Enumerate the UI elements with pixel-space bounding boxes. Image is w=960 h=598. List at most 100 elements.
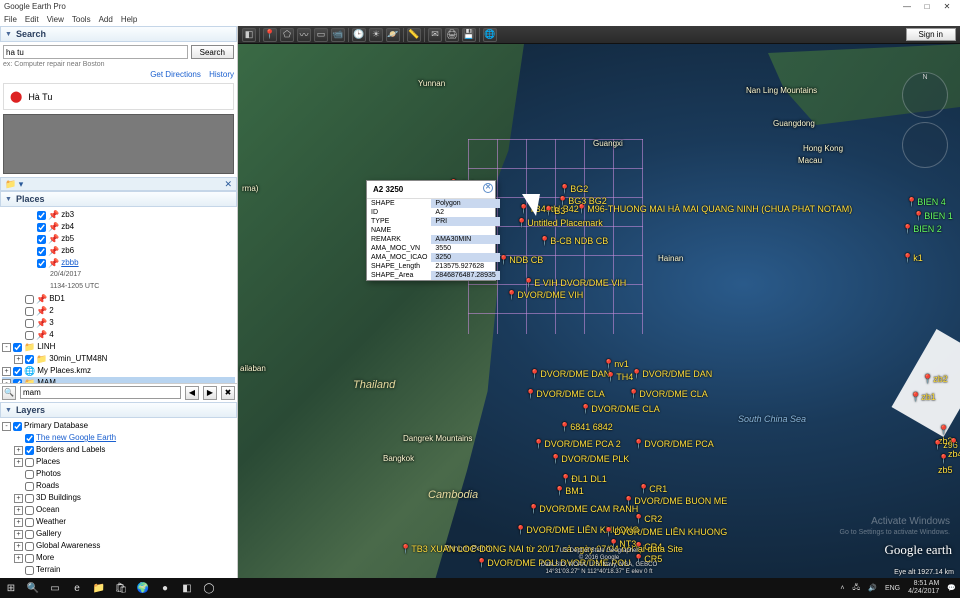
layers-checkbox[interactable]: [25, 566, 34, 575]
places-checkbox[interactable]: [25, 307, 34, 316]
file-bar[interactable]: 📁 ▾ ✕: [0, 177, 237, 191]
store-icon[interactable]: 🛍: [114, 581, 128, 595]
close-button[interactable]: ✕: [942, 0, 952, 14]
compass-control[interactable]: [902, 72, 948, 118]
places-item[interactable]: 📌3: [2, 317, 235, 329]
places-checkbox[interactable]: [25, 331, 34, 340]
places-item[interactable]: 📌zb6: [2, 245, 235, 257]
signin-button[interactable]: Sign in: [906, 28, 956, 41]
layers-checkbox[interactable]: [25, 482, 34, 491]
lang-indicator[interactable]: ENG: [885, 585, 900, 592]
expand-toggle[interactable]: +: [14, 355, 23, 364]
expand-toggle[interactable]: +: [2, 367, 11, 376]
expand-toggle[interactable]: +: [14, 506, 23, 515]
hide-sidebar-button[interactable]: ◧: [242, 28, 256, 42]
explorer-icon[interactable]: 📁: [92, 581, 106, 595]
layers-item[interactable]: Terrain: [2, 564, 235, 576]
email-button[interactable]: ✉: [428, 28, 442, 42]
layers-item[interactable]: -Primary Database: [2, 420, 235, 432]
layers-item[interactable]: Photos: [2, 468, 235, 480]
placemark-button[interactable]: 📍: [263, 28, 277, 42]
places-item[interactable]: 📌zb3: [2, 209, 235, 221]
history-link[interactable]: History: [209, 70, 234, 79]
network-icon[interactable]: 🖧: [852, 583, 860, 594]
search-places-icon[interactable]: 🔍: [2, 386, 16, 400]
expand-toggle[interactable]: +: [14, 458, 23, 467]
clock-time[interactable]: 8:51 AM: [908, 580, 939, 588]
places-item[interactable]: +📁30min_UTM48N: [2, 353, 235, 365]
history-button[interactable]: 🕒: [352, 28, 366, 42]
layers-checkbox[interactable]: [25, 494, 34, 503]
close-icon[interactable]: ✕: [224, 179, 232, 190]
path-button[interactable]: 〰: [297, 28, 311, 42]
planet-button[interactable]: 🪐: [386, 28, 400, 42]
search-button[interactable]: Search: [191, 45, 234, 59]
layers-checkbox[interactable]: [25, 554, 34, 563]
expand-toggle[interactable]: +: [14, 530, 23, 539]
layers-item[interactable]: +Places: [2, 456, 235, 468]
menu-help[interactable]: Help: [121, 14, 137, 26]
places-checkbox[interactable]: [25, 355, 34, 364]
app-icon[interactable]: ●: [158, 581, 172, 595]
layers-checkbox[interactable]: [25, 446, 34, 455]
edge-icon[interactable]: e: [70, 581, 84, 595]
search-panel-header[interactable]: Search: [0, 26, 237, 42]
chrome-icon[interactable]: ◯: [202, 581, 216, 595]
print-button[interactable]: 🖨: [445, 28, 459, 42]
balloon-close-icon[interactable]: ✕: [483, 183, 493, 193]
places-item[interactable]: 📌4: [2, 329, 235, 341]
menu-file[interactable]: File: [4, 14, 17, 26]
menu-tools[interactable]: Tools: [72, 14, 91, 26]
places-checkbox[interactable]: [13, 367, 22, 376]
layers-checkbox[interactable]: [25, 434, 34, 443]
map-canvas[interactable]: A2 3250 ✕ SHAPEPolygonIDA2TYPEPRINAMEREM…: [238, 44, 960, 578]
layers-item[interactable]: +Ocean: [2, 504, 235, 516]
places-checkbox[interactable]: [37, 235, 46, 244]
places-panel-header[interactable]: Places: [0, 191, 237, 207]
places-item[interactable]: +🌐My Places.kmz: [2, 365, 235, 377]
menu-add[interactable]: Add: [99, 14, 113, 26]
places-item[interactable]: 📌2: [2, 305, 235, 317]
tray-up-icon[interactable]: ˄: [840, 585, 844, 592]
volume-icon[interactable]: 🔊: [868, 584, 877, 592]
places-checkbox[interactable]: [37, 247, 46, 256]
layers-checkbox[interactable]: [13, 422, 22, 431]
places-checkbox[interactable]: [13, 343, 22, 352]
layers-item[interactable]: +Global Awareness: [2, 540, 235, 552]
minimize-button[interactable]: —: [902, 0, 912, 14]
layers-item[interactable]: Roads: [2, 480, 235, 492]
layers-checkbox[interactable]: [25, 518, 34, 527]
menu-edit[interactable]: Edit: [25, 14, 39, 26]
places-item[interactable]: 📌zb5: [2, 233, 235, 245]
layers-item[interactable]: +Weather: [2, 516, 235, 528]
pan-control[interactable]: [902, 122, 948, 168]
layers-item[interactable]: +Gallery: [2, 528, 235, 540]
sunlight-button[interactable]: ☀: [369, 28, 383, 42]
ruler-button[interactable]: 📏: [407, 28, 421, 42]
places-filter-input[interactable]: [20, 386, 181, 399]
expand-toggle[interactable]: +: [14, 494, 23, 503]
layers-item[interactable]: +3D Buildings: [2, 492, 235, 504]
expand-toggle[interactable]: -: [2, 343, 11, 352]
places-item[interactable]: 📌zb4: [2, 221, 235, 233]
layers-item[interactable]: The new Google Earth: [2, 432, 235, 444]
task-view-icon[interactable]: ▭: [48, 581, 62, 595]
layers-checkbox[interactable]: [25, 542, 34, 551]
save-image-button[interactable]: 💾: [462, 28, 476, 42]
layers-checkbox[interactable]: [25, 470, 34, 479]
places-item[interactable]: 📌zbbb: [2, 257, 235, 269]
view-maps-button[interactable]: 🌐: [483, 28, 497, 42]
layers-checkbox[interactable]: [25, 530, 34, 539]
ge-taskbar-icon[interactable]: 🌍: [136, 581, 150, 595]
image-overlay-button[interactable]: ▭: [314, 28, 328, 42]
layers-checkbox[interactable]: [25, 458, 34, 467]
expand-toggle[interactable]: +: [14, 446, 23, 455]
prev-button[interactable]: ◀: [185, 386, 199, 400]
app2-icon[interactable]: ◧: [180, 581, 194, 595]
record-tour-button[interactable]: 📹: [331, 28, 345, 42]
layers-item[interactable]: +More: [2, 552, 235, 564]
start-button[interactable]: ⊞: [4, 581, 18, 595]
places-checkbox[interactable]: [25, 295, 34, 304]
clear-button[interactable]: ✖: [221, 386, 235, 400]
search-result[interactable]: ⬤ Hà Tu: [3, 83, 234, 110]
